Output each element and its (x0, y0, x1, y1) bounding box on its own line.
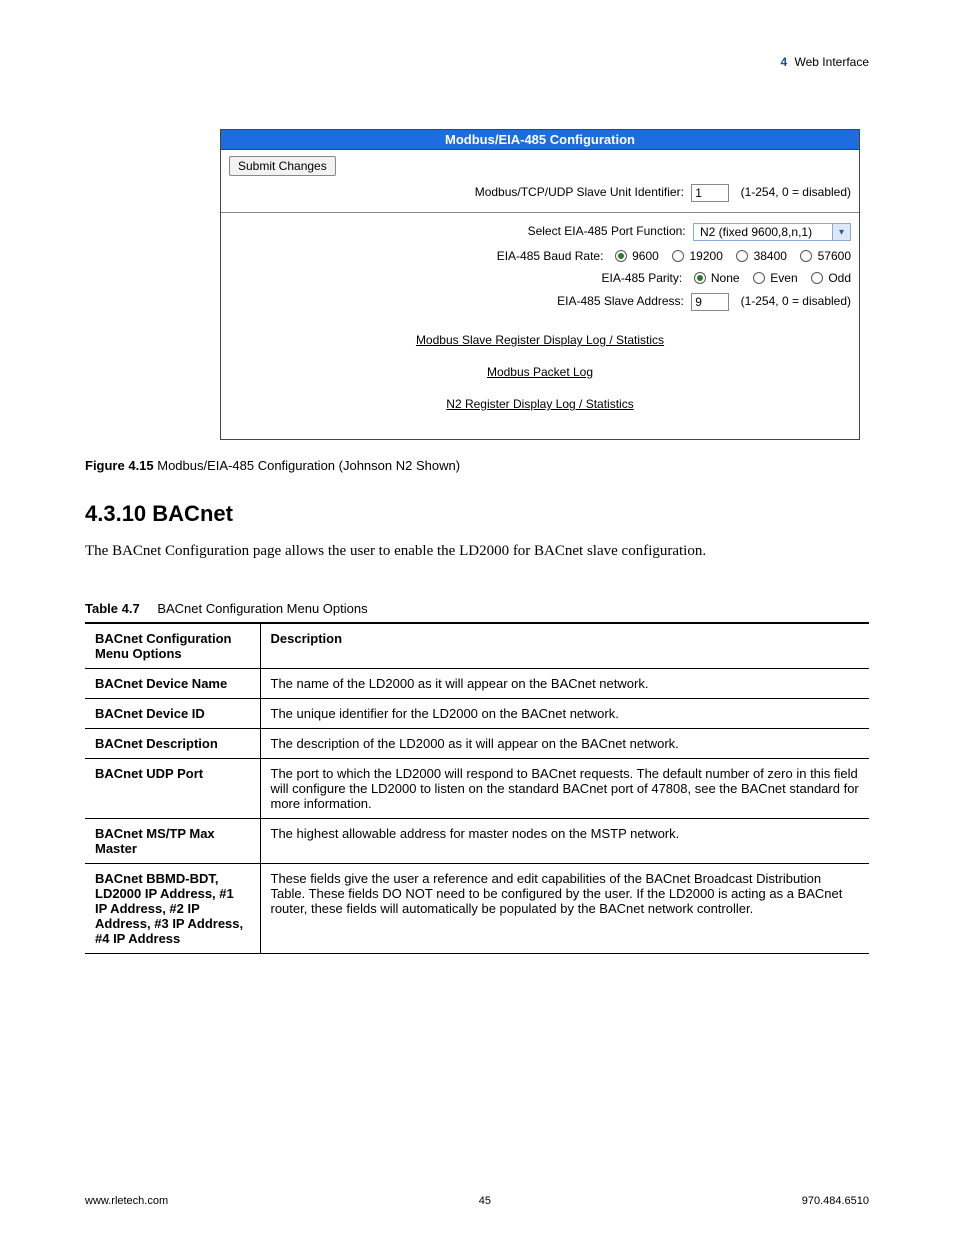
table-row: BACnet Device NameThe name of the LD2000… (85, 669, 869, 699)
slave-address-hint: (1-254, 0 = disabled) (741, 294, 851, 308)
footer-url: www.rletech.com (85, 1195, 168, 1207)
baud-opt-0: 9600 (632, 249, 659, 263)
parity-label: EIA-485 Parity: (602, 271, 683, 285)
section-title: Web Interface (795, 55, 869, 69)
section-heading: 4.3.10 BACnet (85, 501, 869, 527)
table-caption: Table 4.7 BACnet Configuration Menu Opti… (85, 601, 869, 616)
modbus-packet-log-link[interactable]: Modbus Packet Log (229, 365, 851, 379)
figure-caption: Figure 4.15 Modbus/EIA-485 Configuration… (85, 458, 869, 473)
n2-register-log-link[interactable]: N2 Register Display Log / Statistics (229, 397, 851, 411)
figure-caption-label: Figure 4.15 (85, 458, 154, 473)
baud-rate-label: EIA-485 Baud Rate: (497, 249, 604, 263)
submit-changes-button[interactable]: Submit Changes (229, 156, 336, 176)
table-row: BACnet MS/TP Max MasterThe highest allow… (85, 819, 869, 864)
section-number: 4 (780, 55, 787, 69)
section-body: The BACnet Configuration page allows the… (85, 541, 869, 561)
table-caption-label: Table 4.7 (85, 601, 140, 616)
table-row: BACnet BBMD-BDT, LD2000 IP Address, #1 I… (85, 864, 869, 954)
table-row: BACnet Device IDThe unique identifier fo… (85, 699, 869, 729)
parity-opt-2: Odd (828, 271, 851, 285)
panel-title: Modbus/EIA-485 Configuration (221, 130, 859, 150)
table-head-options: BACnet Configuration Menu Options (85, 623, 260, 669)
page-number: 45 (479, 1195, 491, 1207)
bacnet-options-table: BACnet Configuration Menu Options Descri… (85, 622, 869, 954)
slave-address-input[interactable] (691, 293, 729, 311)
chevron-down-icon: ▾ (833, 223, 851, 241)
table-caption-text: BACnet Configuration Menu Options (157, 601, 367, 616)
parity-none-radio[interactable] (694, 272, 706, 284)
footer-phone: 970.484.6510 (802, 1195, 869, 1207)
slave-address-label: EIA-485 Slave Address: (557, 294, 684, 308)
baud-opt-1: 19200 (690, 249, 723, 263)
baud-19200-radio[interactable] (672, 250, 684, 262)
modbus-id-hint: (1-254, 0 = disabled) (741, 185, 851, 199)
table-head-description: Description (260, 623, 869, 669)
port-function-select[interactable]: N2 (fixed 9600,8,n,1) ▾ (693, 223, 851, 241)
figure-caption-text: Modbus/EIA-485 Configuration (Johnson N2… (154, 458, 460, 473)
port-function-label: Select EIA-485 Port Function: (528, 224, 686, 238)
baud-57600-radio[interactable] (800, 250, 812, 262)
page-header: 4 Web Interface (85, 55, 869, 69)
parity-opt-1: Even (770, 271, 797, 285)
parity-even-radio[interactable] (753, 272, 765, 284)
baud-9600-radio[interactable] (615, 250, 627, 262)
parity-odd-radio[interactable] (811, 272, 823, 284)
baud-opt-2: 38400 (754, 249, 787, 263)
baud-38400-radio[interactable] (736, 250, 748, 262)
port-function-value: N2 (fixed 9600,8,n,1) (693, 223, 833, 241)
config-panel: Modbus/EIA-485 Configuration Submit Chan… (220, 129, 860, 440)
table-row: BACnet UDP PortThe port to which the LD2… (85, 759, 869, 819)
modbus-id-input[interactable] (691, 184, 729, 202)
divider (221, 212, 859, 213)
figure-screenshot: Modbus/EIA-485 Configuration Submit Chan… (220, 129, 869, 440)
modbus-register-log-link[interactable]: Modbus Slave Register Display Log / Stat… (229, 333, 851, 347)
table-row: BACnet DescriptionThe description of the… (85, 729, 869, 759)
baud-opt-3: 57600 (818, 249, 851, 263)
page-footer: www.rletech.com 45 970.484.6510 (85, 1195, 869, 1207)
modbus-id-label: Modbus/TCP/UDP Slave Unit Identifier: (475, 185, 684, 199)
parity-opt-0: None (711, 271, 740, 285)
